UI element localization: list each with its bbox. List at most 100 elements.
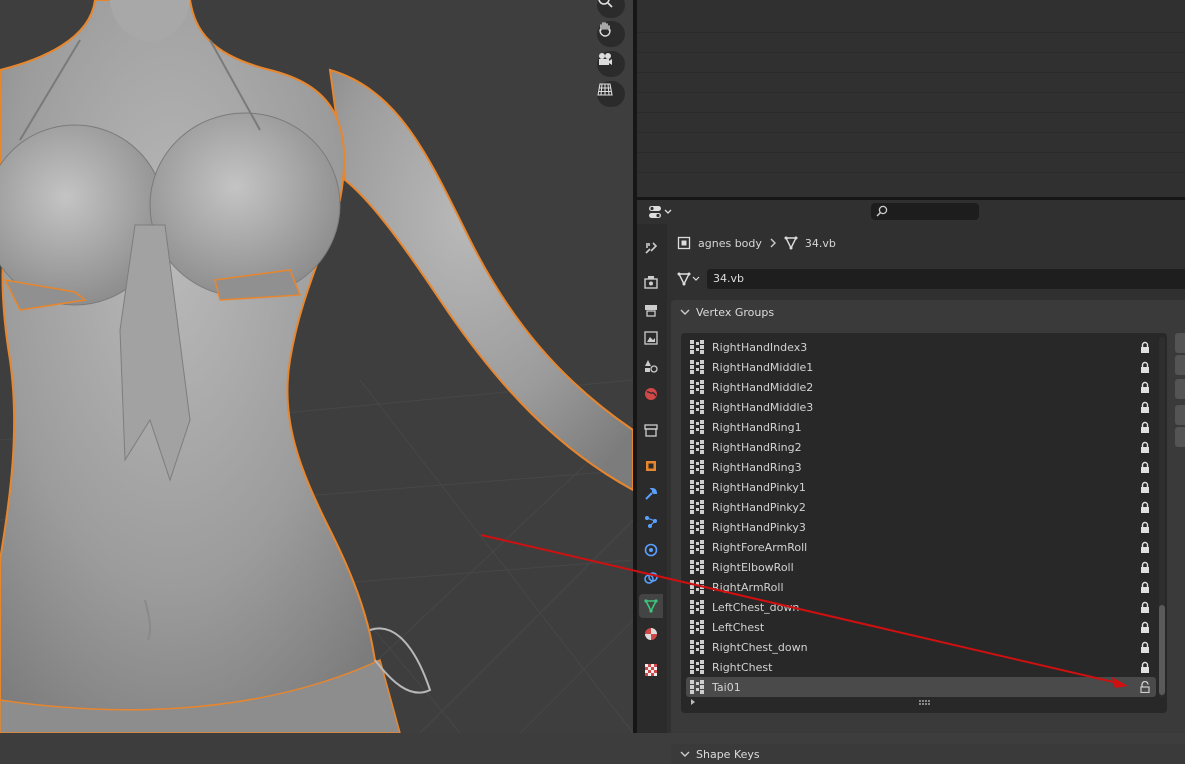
mesh-data-icon[interactable] (639, 594, 663, 618)
camera-icon[interactable] (597, 51, 625, 77)
move-up-button[interactable] (1175, 405, 1185, 425)
lock-icon[interactable] (1140, 521, 1150, 533)
breadcrumb-mesh[interactable]: 34.vb (805, 237, 836, 250)
vertex-group-name: RightElbowRoll (712, 560, 794, 574)
object-icon[interactable] (639, 454, 663, 478)
vertex-group-icon (690, 680, 704, 694)
chevron-down-icon (680, 309, 690, 315)
modifier-icon[interactable] (639, 482, 663, 506)
lock-icon[interactable] (1140, 421, 1150, 433)
world-icon[interactable] (639, 382, 663, 406)
vertex-group-scrollbar[interactable] (1159, 337, 1165, 697)
vertex-group-item[interactable]: RightHandPinky1 (686, 477, 1156, 497)
vertex-group-item[interactable]: RightHandIndex3 (686, 337, 1156, 357)
lock-icon[interactable] (1140, 541, 1150, 553)
list-footer (681, 696, 1167, 712)
render-icon[interactable] (639, 270, 663, 294)
vertex-group-item[interactable]: RightHandPinky3 (686, 517, 1156, 537)
lock-icon[interactable] (1140, 461, 1150, 473)
vertex-group-list[interactable]: RightHandIndex3 RightHandMiddle1 RightHand… (681, 333, 1167, 713)
physics-icon[interactable] (639, 538, 663, 562)
vertex-group-side-buttons (1175, 333, 1185, 453)
add-vertex-group-button[interactable] (1175, 333, 1185, 353)
vertex-group-icon (690, 540, 704, 554)
vertex-group-name: RightChest_down (712, 640, 808, 654)
hand-pan-icon[interactable] (597, 21, 625, 47)
vertex-group-item[interactable]: RightHandRing3 (686, 457, 1156, 477)
lock-icon[interactable] (1140, 601, 1150, 613)
vertex-group-icon (690, 400, 704, 414)
constraints-icon[interactable] (639, 566, 663, 590)
vertex-group-icon (690, 440, 704, 454)
vertex-group-name: RightForeArmRoll (712, 540, 808, 554)
unlock-icon[interactable] (1140, 681, 1150, 693)
mesh-name-field[interactable]: 34.vb (707, 269, 1185, 289)
vertex-group-item[interactable]: Tai01 (686, 677, 1156, 697)
lock-icon[interactable] (1140, 381, 1150, 393)
texture-icon[interactable] (639, 658, 663, 682)
vertex-group-item[interactable]: RightElbowRoll (686, 557, 1156, 577)
properties-search-input[interactable] (871, 203, 979, 220)
vertex-group-item[interactable]: RightForeArmRoll (686, 537, 1156, 557)
vertex-group-item[interactable]: RightHandMiddle2 (686, 377, 1156, 397)
vertex-group-icon (690, 620, 704, 634)
vertex-group-name: RightArmRoll (712, 580, 784, 594)
view-layer-icon[interactable] (639, 326, 663, 350)
vertex-group-icon (690, 360, 704, 374)
scrollbar-thumb[interactable] (1159, 605, 1165, 695)
lock-icon[interactable] (1140, 481, 1150, 493)
vertex-group-name: RightHandPinky1 (712, 480, 806, 494)
mesh-browse-button[interactable] (674, 269, 704, 289)
breadcrumb: agnes body 34.vb (677, 234, 836, 252)
lock-icon[interactable] (1140, 441, 1150, 453)
editor-type-button[interactable] (645, 203, 677, 221)
vertex-group-item[interactable]: RightHandRing2 (686, 437, 1156, 457)
lock-icon[interactable] (1140, 361, 1150, 373)
vertex-groups-panel: Vertex Groups RightHandIndex3 RightHandMi… (671, 300, 1185, 733)
lock-icon[interactable] (1140, 561, 1150, 573)
vertex-group-item[interactable]: LeftChest (686, 617, 1156, 637)
tool-icon[interactable] (639, 236, 663, 260)
lock-icon[interactable] (1140, 501, 1150, 513)
vertex-group-icon (690, 560, 704, 574)
vertex-group-name: RightHandMiddle2 (712, 380, 814, 394)
breadcrumb-object[interactable]: agnes body (698, 237, 762, 250)
shape-keys-panel-header[interactable]: Shape Keys (671, 744, 1185, 764)
vertex-group-item[interactable]: RightChest_down (686, 637, 1156, 657)
vertex-group-item[interactable]: RightHandRing1 (686, 417, 1156, 437)
lock-icon[interactable] (1140, 341, 1150, 353)
vertex-group-item[interactable]: RightHandMiddle1 (686, 357, 1156, 377)
vertex-group-name: RightChest (712, 660, 773, 674)
collection-icon[interactable] (639, 418, 663, 442)
material-icon[interactable] (639, 622, 663, 646)
lock-icon[interactable] (1140, 581, 1150, 593)
shape-keys-title: Shape Keys (696, 747, 760, 761)
output-icon[interactable] (639, 298, 663, 322)
vertex-group-name: Tai01 (712, 680, 741, 694)
outliner-area[interactable] (637, 0, 1185, 197)
3d-viewport[interactable] (0, 0, 633, 733)
vertex-group-item[interactable]: RightArmRoll (686, 577, 1156, 597)
vertex-groups-panel-header[interactable]: Vertex Groups (671, 300, 1185, 324)
search-icon (876, 205, 888, 217)
remove-vertex-group-button[interactable] (1175, 355, 1185, 375)
vertex-group-item[interactable]: RightHandPinky2 (686, 497, 1156, 517)
lock-icon[interactable] (1140, 401, 1150, 413)
vertex-groups-title: Vertex Groups (696, 305, 775, 319)
grid-ortho-icon[interactable] (597, 81, 625, 107)
vertex-group-item[interactable]: LeftChest_down (686, 597, 1156, 617)
vertex-group-specials-button[interactable] (1175, 379, 1185, 399)
particles-icon[interactable] (639, 510, 663, 534)
vertex-group-item[interactable]: RightChest (686, 657, 1156, 677)
lock-icon[interactable] (1140, 621, 1150, 633)
lock-icon[interactable] (1140, 641, 1150, 653)
move-down-button[interactable] (1175, 427, 1185, 447)
resize-grip-icon[interactable] (919, 700, 931, 706)
mesh-browse-icon (677, 272, 700, 286)
vertex-group-item[interactable]: RightHandMiddle3 (686, 397, 1156, 417)
scene-icon[interactable] (639, 354, 663, 378)
lock-icon[interactable] (1140, 661, 1150, 673)
vertex-group-name: RightHandMiddle3 (712, 400, 814, 414)
properties-header (637, 200, 1185, 224)
filter-expand-icon[interactable] (689, 698, 697, 706)
